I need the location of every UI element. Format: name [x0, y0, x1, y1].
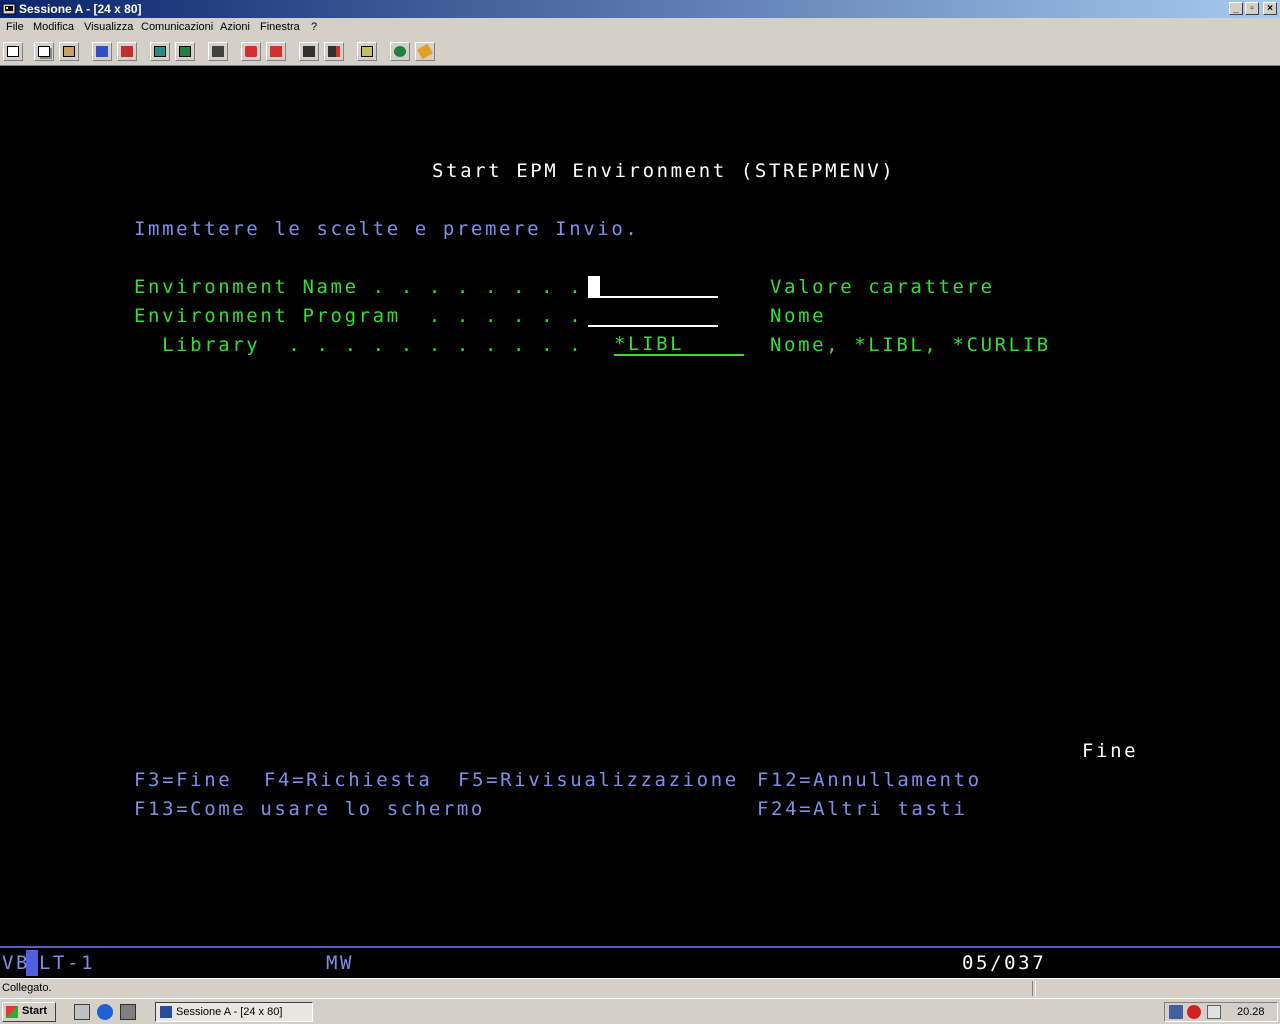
oia-indicator-a: VB	[2, 952, 31, 974]
system-tray: 20.28	[1164, 1002, 1278, 1022]
environment-name-label: Environment Name . . . . . . . .	[134, 276, 584, 298]
start-label: Start	[22, 1005, 48, 1017]
play-icon	[303, 46, 315, 57]
menu-visualizza[interactable]: Visualizza	[84, 21, 133, 33]
f5-key[interactable]: F5=Rivisualizzazione	[458, 769, 739, 791]
globe-button[interactable]	[390, 42, 410, 61]
clock: 20.28	[1237, 1006, 1265, 1018]
start-button[interactable]: Start	[2, 1002, 56, 1022]
environment-name-field[interactable]	[588, 276, 718, 298]
print-screen-button[interactable]	[3, 42, 23, 61]
menu-help[interactable]: ?	[311, 21, 317, 33]
stop-record-button[interactable]	[266, 42, 286, 61]
taskbar-item-label: Sessione A - [24 x 80]	[176, 1006, 283, 1018]
play-macro-icon	[328, 46, 340, 57]
close-button[interactable]: ×	[1263, 2, 1277, 15]
menu-azioni[interactable]: Azioni	[220, 21, 250, 33]
stop-icon	[270, 46, 282, 57]
clipboard-button[interactable]	[357, 42, 377, 61]
clipboard-icon	[361, 46, 373, 57]
send-file-icon	[96, 46, 108, 57]
print-screen-icon	[7, 46, 19, 57]
adobe-icon[interactable]	[1187, 1005, 1201, 1019]
taskbar-item-sessione[interactable]: Sessione A - [24 x 80]	[155, 1002, 313, 1022]
copy-button[interactable]	[34, 42, 54, 61]
receive-file-button[interactable]	[117, 42, 137, 61]
status-divider	[1032, 981, 1036, 996]
f24-key[interactable]: F24=Altri tasti	[757, 798, 968, 820]
window-title: Sessione A - [24 x 80]	[19, 2, 142, 16]
environment-program-label: Environment Program . . . . . .	[134, 305, 584, 327]
paste-button[interactable]	[59, 42, 79, 61]
receive-file-icon	[121, 46, 133, 57]
customize-icon	[417, 43, 433, 60]
f3-key[interactable]: F3=Fine	[134, 769, 232, 791]
network-status-icon[interactable]	[1169, 1005, 1183, 1019]
menu-finestra[interactable]: Finestra	[260, 21, 300, 33]
environment-name-hint: Valore carattere	[770, 276, 995, 298]
taskbar: Start Sessione A - [24 x 80] 20.28	[0, 998, 1280, 1024]
session-app-icon	[160, 1006, 172, 1018]
status-message: Collegato.	[2, 982, 52, 994]
more-indicator: Fine	[1082, 740, 1139, 762]
menu-comunicazioni[interactable]: Comunicazioni	[141, 21, 213, 33]
menu-file[interactable]: File	[6, 21, 24, 33]
keypad-icon	[179, 46, 191, 57]
internet-explorer-icon[interactable]	[97, 1004, 113, 1020]
environment-program-field[interactable]	[588, 305, 718, 327]
f13-key[interactable]: F13=Come usare lo schermo	[134, 798, 485, 820]
keypad-button[interactable]	[175, 42, 195, 61]
play-button[interactable]	[299, 42, 319, 61]
menu-modifica[interactable]: Modifica	[33, 21, 74, 33]
windows-logo-icon	[6, 1006, 18, 1018]
customize-button[interactable]	[415, 42, 435, 61]
instruction-text: Immettere le scelte e premere Invio.	[134, 218, 640, 240]
minimize-button[interactable]: _	[1229, 2, 1243, 15]
oia-indicator-b: LT-1	[39, 952, 96, 974]
record-button[interactable]	[241, 42, 261, 61]
oia-cursor-position: 05/037	[962, 952, 1047, 974]
display-button[interactable]	[150, 42, 170, 61]
menu-bar: File Modifica Visualizza Comunicazioni A…	[0, 18, 1280, 38]
play-macro-button[interactable]	[324, 42, 344, 61]
show-desktop-icon[interactable]	[74, 1004, 90, 1020]
restore-button[interactable]: ▫	[1245, 2, 1259, 15]
send-file-button[interactable]	[92, 42, 112, 61]
display-icon	[154, 46, 166, 57]
oia-status-line: VB LT-1 MW 05/037	[0, 948, 1280, 978]
network-icon[interactable]	[120, 1004, 136, 1020]
globe-icon	[394, 46, 406, 57]
f4-key[interactable]: F4=Richiesta	[264, 769, 432, 791]
title-bar: Sessione A - [24 x 80] _ ▫ ×	[0, 0, 1280, 18]
paste-icon	[63, 46, 75, 57]
terminal-screen[interactable]: Start EPM Environment (STREPMENV) Immett…	[0, 66, 1280, 946]
library-label: Library . . . . . . . . . . .	[134, 334, 584, 356]
f12-key[interactable]: F12=Annullamento	[757, 769, 982, 791]
text-cursor	[588, 276, 600, 298]
toolbar	[0, 38, 1280, 66]
app-icon[interactable]	[2, 2, 16, 16]
record-icon	[245, 46, 257, 57]
copy-icon	[38, 46, 50, 57]
volume-icon[interactable]	[1207, 1005, 1221, 1019]
oia-mode: MW	[326, 952, 355, 974]
macro-icon	[212, 46, 224, 57]
library-field[interactable]: *LIBL	[614, 333, 744, 356]
environment-program-hint: Nome	[770, 305, 827, 327]
library-value: *LIBL	[614, 333, 685, 355]
macro-button[interactable]	[208, 42, 228, 61]
library-hint: Nome, *LIBL, *CURLIB	[770, 334, 1051, 356]
status-bar: Collegato.	[0, 978, 1280, 998]
screen-title: Start EPM Environment (STREPMENV)	[432, 160, 896, 182]
